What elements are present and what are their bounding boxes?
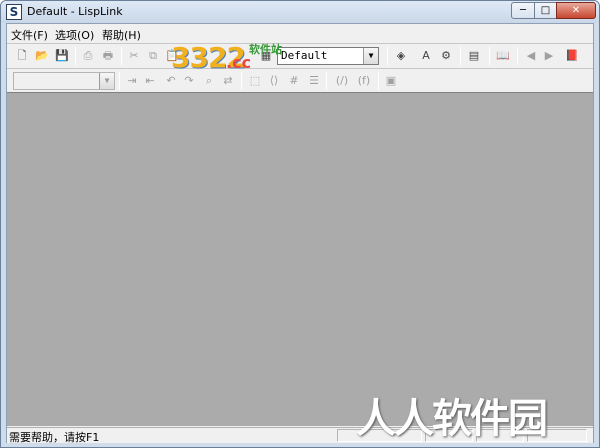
title-bar[interactable]: S Default - LispLink ─ □ ✕ [1,1,599,23]
profile-combo[interactable]: Default ▼ [277,47,379,65]
toolbar-separator [378,72,379,90]
menu-options[interactable]: 选项(O) [55,27,94,43]
layers-icon[interactable]: ◈ [392,47,410,65]
paren-button[interactable]: (/) [331,72,353,90]
toolbar-separator [75,47,76,65]
new-file-icon[interactable]: 🗋 [13,47,31,65]
mdi-workspace[interactable] [7,92,593,426]
watermark-logo-suffix: .cc [226,53,252,72]
app-window: S Default - LispLink ─ □ ✕ 文件(F) 选项(O) 帮… [0,0,600,448]
maximize-button[interactable]: □ [534,2,557,19]
indent-icon[interactable]: ⇥ [123,72,141,90]
match-paren-icon[interactable]: ⟨⟩ [265,72,283,90]
load-icon[interactable]: ▣ [382,72,400,90]
format-icon[interactable]: ☰ [305,72,323,90]
print-icon[interactable]: 🖶 [99,47,117,65]
watermark-logo-soft: 软件站 [249,43,282,56]
help-book-icon[interactable]: 📕 [563,47,581,65]
toolbar-separator [241,72,242,90]
toolbar-separator [489,47,490,65]
replace-icon[interactable]: ⇄ [219,72,237,90]
close-button[interactable]: ✕ [556,2,596,19]
open-folder-icon[interactable]: 📂 [33,47,51,65]
back-arrow-icon[interactable]: ◀ [522,47,540,65]
main-toolbar: 🗋 📂 💾 ⎙ 🖶 ✂ ⧉ 📋 ▦ Default ▼ ◈ A ⚙ ▤ 📖 ◀ … [7,44,593,68]
minimize-button[interactable]: ─ [511,2,535,19]
toolbar-separator [119,72,120,90]
function-combo[interactable]: ▼ [13,72,115,90]
print-preview-icon[interactable]: ⎙ [79,47,97,65]
text-style-icon[interactable]: A [417,47,435,65]
chevron-down-icon[interactable]: ▼ [99,73,114,89]
app-icon[interactable]: S [6,4,22,20]
toolbar-separator [517,47,518,65]
watermark-text: 人人软件园 [356,396,548,442]
toolbar-separator [326,72,327,90]
menu-bar: 文件(F) 选项(O) 帮助(H) [7,24,593,43]
toolbar-separator [387,47,388,65]
find-icon[interactable]: ⌕ [200,72,218,90]
forward-arrow-icon[interactable]: ▶ [540,47,558,65]
toolbar-separator [460,47,461,65]
edit-toolbar: ▼ ⇥ ⇤ ↶ ↷ ⌕ ⇄ ⬚ ⟨⟩ # ☰ (/) (f) ▣ [7,69,593,92]
menu-help[interactable]: 帮助(H) [102,27,141,43]
cut-icon[interactable]: ✂ [125,47,143,65]
window-title: Default - LispLink [27,5,123,18]
toolbar-separator [121,47,122,65]
profile-combo-value: Default [281,49,328,62]
undo-icon[interactable]: ↶ [162,72,180,90]
status-text: 需要帮助，请按F1 [9,431,100,444]
comment-icon[interactable]: # [285,72,303,90]
func-button[interactable]: (f) [353,72,375,90]
redo-icon[interactable]: ↷ [180,72,198,90]
window-icon[interactable]: ▤ [465,47,483,65]
client-area: 文件(F) 选项(O) 帮助(H) 🗋 📂 💾 ⎙ 🖶 ✂ ⧉ 📋 ▦ Defa… [6,23,594,444]
select-block-icon[interactable]: ⬚ [246,72,264,90]
save-icon[interactable]: 💾 [53,47,71,65]
book-icon[interactable]: 📖 [494,47,512,65]
menu-file[interactable]: 文件(F) [11,27,48,43]
chevron-down-icon[interactable]: ▼ [363,48,378,64]
copy-icon[interactable]: ⧉ [144,47,162,65]
run-icon[interactable]: ⚙ [437,47,455,65]
outdent-icon[interactable]: ⇤ [141,72,159,90]
